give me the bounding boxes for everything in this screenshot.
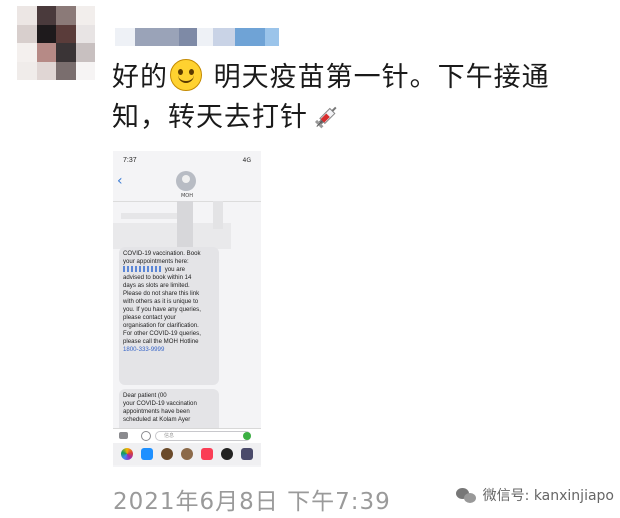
appstore-app-icon[interactable]: [141, 448, 153, 460]
sms-screenshot-image[interactable]: 7:37 4G ‹ MOH COVID-19 vaccination. Book…: [113, 151, 261, 467]
back-chevron-icon: ‹: [117, 173, 123, 189]
message-line: Please do not share this link: [123, 290, 200, 297]
syringe-icon: [312, 102, 342, 144]
heart-app-icon[interactable]: [221, 448, 233, 460]
watermark-text: 微信号: kanxinjiapo: [482, 488, 614, 504]
memoji-app-icon-2[interactable]: [181, 448, 193, 460]
blurred-region: [177, 201, 193, 249]
message-input[interactable]: 信息: [155, 431, 251, 441]
message-line: please call the MOH Hotline: [123, 338, 199, 345]
post-text-part2: 明天疫苗第一针。下午接通: [213, 62, 550, 93]
message-line: For other COVID-19 queries,: [123, 330, 201, 337]
send-icon[interactable]: [243, 432, 251, 440]
smile-emoji-icon: [170, 59, 202, 91]
avatar[interactable]: [17, 6, 95, 80]
message-line: days as slots are limited.: [123, 282, 190, 289]
message-input-bar: 信息: [113, 428, 261, 443]
more-app-icon[interactable]: [241, 448, 253, 460]
post-text-part1: 好的: [112, 62, 168, 93]
post-text-part3: 知，转天去打针: [112, 102, 308, 133]
blurred-region: [121, 213, 179, 219]
message-line: with others as it is unique to: [123, 298, 199, 305]
message-line: COVID-19 vaccination. Book: [123, 250, 201, 257]
contact-name: MOH: [180, 193, 193, 199]
post-text: 好的 明天疫苗第一针。下午接通 知，转天去打针: [112, 58, 612, 144]
message-line: your COVID-19 vaccination: [123, 400, 197, 407]
message-line: advised to book within 14: [123, 274, 192, 281]
photos-app-icon[interactable]: [121, 448, 133, 460]
message-bubble: COVID-19 vaccination. Book your appointm…: [119, 247, 219, 385]
message-line: organisation for clarification.: [123, 322, 199, 329]
message-line: scheduled at Kolam Ayer: [123, 416, 191, 423]
memoji-app-icon[interactable]: [161, 448, 173, 460]
contact-avatar-icon: [176, 171, 196, 191]
message-line: appointments have been: [123, 408, 190, 415]
wechat-logo-icon: [455, 486, 478, 504]
hotline-link[interactable]: 1800-333-9999: [123, 346, 215, 354]
message-line: Dear patient (00: [123, 392, 167, 399]
blurred-region: [213, 201, 223, 229]
message-line: you. If you have any queries,: [123, 306, 201, 313]
camera-icon[interactable]: [119, 432, 128, 439]
status-time: 7:37: [123, 157, 137, 164]
wechat-watermark: 微信号: kanxinjiapo: [455, 485, 614, 505]
message-link-line: you are: [123, 266, 215, 274]
message-line: your appointments here:: [123, 258, 189, 265]
apps-icon[interactable]: [141, 431, 151, 441]
status-icons: 4G: [242, 157, 251, 164]
imessage-app-strip: [113, 443, 261, 465]
redacted-link: [123, 266, 163, 273]
message-line: please contact your: [123, 314, 176, 321]
music-app-icon[interactable]: [201, 448, 213, 460]
post-timestamp: 2021年6月8日 下午7:39: [113, 489, 391, 515]
username-blurred: [115, 28, 279, 46]
